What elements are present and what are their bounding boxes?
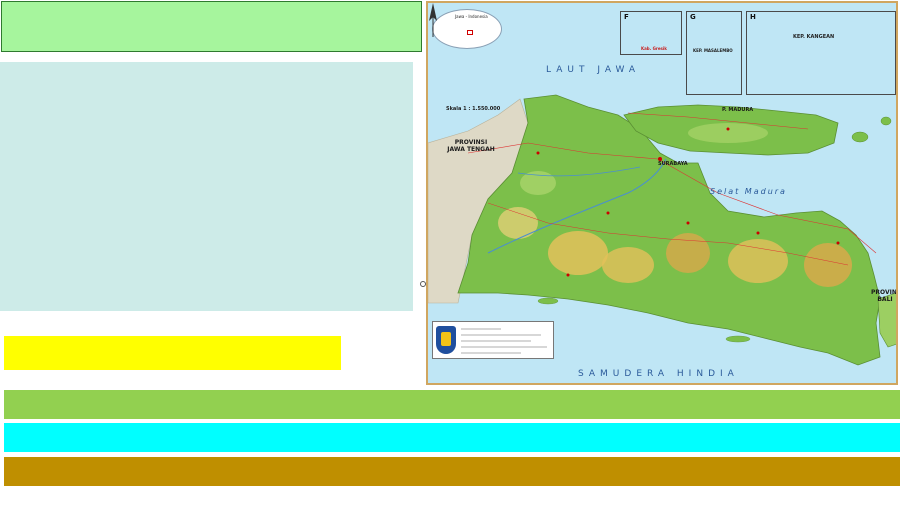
title-placeholder[interactable] — [1, 1, 422, 52]
island-label-madura: P. MADURA — [722, 107, 754, 113]
gold-footer-bar[interactable] — [4, 457, 900, 486]
east-java-map-image[interactable]: Jawa - Indonesia Skala 1 : 1.550.000 F K… — [426, 1, 898, 385]
inset-map-g: G KEP. MASALEMBO — [686, 11, 742, 95]
north-arrow-icon — [429, 3, 437, 37]
green-footer-bar[interactable] — [4, 390, 900, 419]
legend-line — [461, 328, 501, 330]
inset-caption: Kab. Gresik — [641, 46, 667, 51]
east-java-crest-icon — [436, 326, 456, 354]
locator-marker-icon — [467, 30, 473, 35]
map-legend — [432, 321, 554, 359]
content-text-panel[interactable] — [0, 62, 413, 311]
inset-letter: H — [750, 13, 756, 21]
inset-letter: F — [624, 13, 629, 21]
locator-title: Jawa - Indonesia — [455, 14, 488, 19]
legend-line — [461, 340, 531, 342]
inset-letter: G — [690, 13, 696, 21]
yellow-highlight-bar[interactable] — [4, 336, 341, 370]
inset-caption: KEP. KANGEAN — [793, 34, 835, 40]
legend-line — [461, 346, 547, 348]
slide-canvas: Jawa - Indonesia Skala 1 : 1.550.000 F K… — [0, 0, 900, 506]
locator-inset: Jawa - Indonesia — [432, 9, 502, 49]
inset-map-f: F Kab. Gresik — [620, 11, 682, 55]
city-label-surabaya: SURABAYA — [658, 161, 688, 167]
sea-label-madura-strait: Selat Madura — [710, 187, 787, 196]
legend-line — [461, 334, 541, 336]
legend-line — [461, 352, 521, 354]
sea-label-indian-ocean: SAMUDERA HINDIA — [578, 369, 739, 379]
province-label-bali: PROVINSI BALI — [871, 289, 897, 303]
sea-label-java: LAUT JAWA — [546, 65, 641, 75]
inset-caption: KEP. MASALEMBO — [693, 48, 733, 53]
inset-map-h: H KEP. KANGEAN — [746, 11, 896, 95]
map-scale: Skala 1 : 1.550.000 — [446, 106, 501, 112]
province-label-central-java: PROVINSI JAWA TENGAH — [447, 139, 495, 153]
cyan-footer-bar[interactable] — [4, 423, 900, 452]
